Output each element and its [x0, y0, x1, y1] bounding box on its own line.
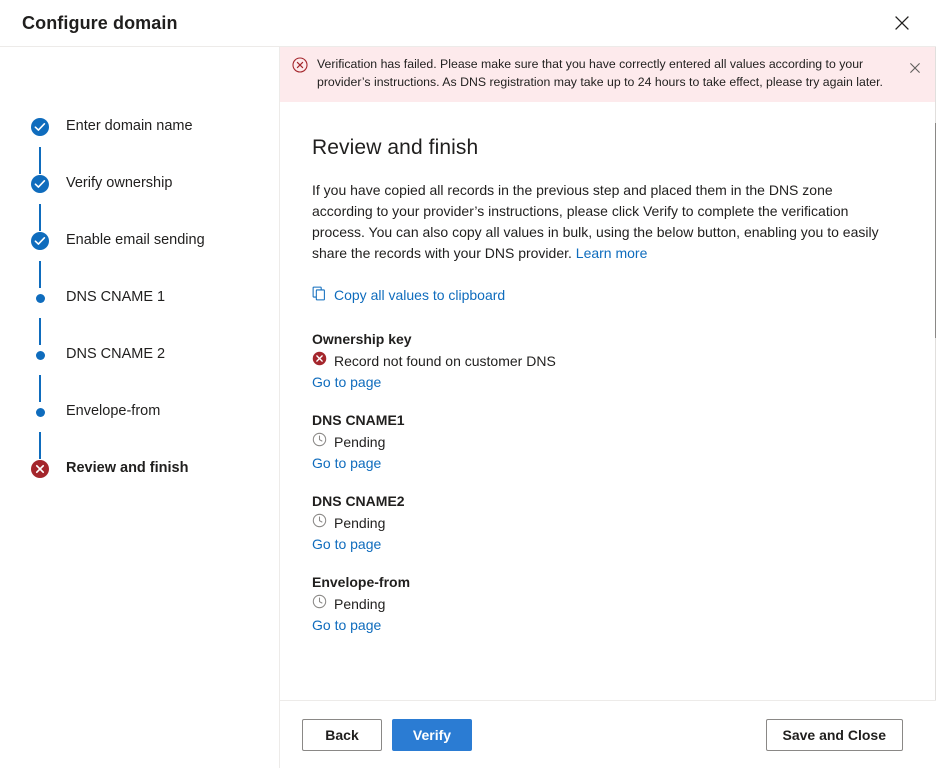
clock-icon [312, 513, 327, 533]
configure-domain-dialog: Configure domain [0, 0, 936, 768]
error-messagebar: Verification has failed. Please make sur… [280, 47, 936, 102]
content-scroll-area: Verification has failed. Please make sur… [280, 47, 936, 700]
record-status-label: Pending [334, 513, 385, 533]
step-marker [28, 402, 52, 417]
step-marker [28, 117, 52, 136]
sidebar-item-label: Envelope-from [66, 402, 160, 421]
record-status: Pending [312, 513, 894, 533]
step-marker [28, 459, 52, 478]
sidebar-item-enter-domain-name[interactable]: Enter domain name [0, 117, 279, 174]
copy-icon [312, 286, 327, 304]
step-connector [39, 147, 41, 174]
dismiss-message-button[interactable] [904, 57, 926, 79]
step-connector [39, 375, 41, 402]
step-connector [39, 432, 41, 459]
check-icon-glyph [31, 232, 49, 250]
record-item-dns-cname2: DNS CNAME2 Pending Go to p [312, 492, 894, 554]
sidebar-item-enable-email-sending[interactable]: Enable email sending [0, 231, 279, 288]
main-content: Review and finish If you have copied all… [280, 102, 936, 635]
learn-more-link[interactable]: Learn more [576, 245, 648, 261]
step-marker [28, 174, 52, 193]
wizard-sidebar: Enter domain name Verify ownership [0, 47, 280, 768]
error-message-text: Verification has failed. Please make sur… [317, 56, 904, 91]
content-pane: Verification has failed. Please make sur… [280, 47, 936, 768]
check-circle-icon [31, 175, 49, 193]
record-item-envelope-from: Envelope-from Pending Go t [312, 573, 894, 635]
record-name: DNS CNAME1 [312, 411, 894, 430]
sidebar-item-envelope-from[interactable]: Envelope-from [0, 402, 279, 459]
content-description: If you have copied all records in the pr… [312, 180, 890, 264]
sidebar-item-dns-cname-1[interactable]: DNS CNAME 1 [0, 288, 279, 345]
close-icon-glyph [894, 15, 910, 31]
error-circle-icon-glyph [292, 57, 308, 73]
record-name: DNS CNAME2 [312, 492, 894, 511]
copy-icon-glyph [312, 286, 327, 301]
dot-icon [36, 294, 45, 303]
page-title: Configure domain [22, 13, 178, 34]
record-status: Pending [312, 594, 894, 614]
verify-button[interactable]: Verify [392, 719, 472, 751]
error-icon-glyph [312, 351, 327, 366]
sidebar-item-verify-ownership[interactable]: Verify ownership [0, 174, 279, 231]
sidebar-item-label: Enter domain name [66, 117, 193, 136]
save-and-close-button[interactable]: Save and Close [766, 719, 904, 751]
error-icon [312, 351, 327, 371]
sidebar-item-label: DNS CNAME 2 [66, 345, 165, 364]
sidebar-item-review-and-finish[interactable]: Review and finish [0, 459, 279, 516]
content-heading: Review and finish [312, 136, 894, 160]
clock-icon-glyph [312, 513, 327, 528]
record-name: Ownership key [312, 330, 894, 349]
step-connector [39, 318, 41, 345]
clock-icon [312, 432, 327, 452]
go-to-page-link[interactable]: Go to page [312, 453, 381, 473]
go-to-page-link[interactable]: Go to page [312, 534, 381, 554]
record-status: Pending [312, 432, 894, 452]
record-name: Envelope-from [312, 573, 894, 592]
sidebar-item-label: Review and finish [66, 459, 188, 478]
back-button[interactable]: Back [302, 719, 382, 751]
dialog-body: Enter domain name Verify ownership [0, 47, 936, 768]
close-icon [909, 62, 921, 74]
sidebar-item-label: DNS CNAME 1 [66, 288, 165, 307]
copy-all-values-button[interactable]: Copy all values to clipboard [312, 286, 505, 304]
copy-all-label: Copy all values to clipboard [334, 287, 505, 303]
clock-icon [312, 594, 327, 614]
record-status-list: Ownership key Record not found on custom… [312, 330, 894, 635]
dialog-footer: Back Verify Save and Close [280, 700, 936, 768]
step-marker [28, 288, 52, 303]
clock-icon-glyph [312, 594, 327, 609]
record-status-label: Record not found on customer DNS [334, 351, 556, 371]
step-connector [39, 261, 41, 288]
step-marker [28, 345, 52, 360]
dot-icon [36, 351, 45, 360]
check-circle-icon [31, 232, 49, 250]
clock-icon-glyph [312, 432, 327, 447]
step-marker [28, 231, 52, 250]
wizard-step-list: Enter domain name Verify ownership [0, 117, 279, 516]
step-connector [39, 204, 41, 231]
close-icon[interactable] [882, 4, 922, 42]
record-status-label: Pending [334, 432, 385, 452]
error-x-icon-glyph [31, 460, 49, 478]
check-icon-glyph [31, 118, 49, 136]
error-circle-icon [292, 57, 308, 78]
error-circle-icon [31, 460, 49, 478]
go-to-page-link[interactable]: Go to page [312, 615, 381, 635]
record-status: Record not found on customer DNS [312, 351, 894, 371]
sidebar-item-dns-cname-2[interactable]: DNS CNAME 2 [0, 345, 279, 402]
sidebar-item-label: Enable email sending [66, 231, 205, 250]
sidebar-item-label: Verify ownership [66, 174, 172, 193]
check-circle-icon [31, 118, 49, 136]
record-item-ownership-key: Ownership key Record not found on custom… [312, 330, 894, 392]
record-item-dns-cname1: DNS CNAME1 Pending Go to p [312, 411, 894, 473]
go-to-page-link[interactable]: Go to page [312, 372, 381, 392]
dialog-titlebar: Configure domain [0, 0, 936, 47]
footer-primary-actions: Back Verify [302, 719, 472, 751]
dot-icon [36, 408, 45, 417]
check-icon-glyph [31, 175, 49, 193]
record-status-label: Pending [334, 594, 385, 614]
